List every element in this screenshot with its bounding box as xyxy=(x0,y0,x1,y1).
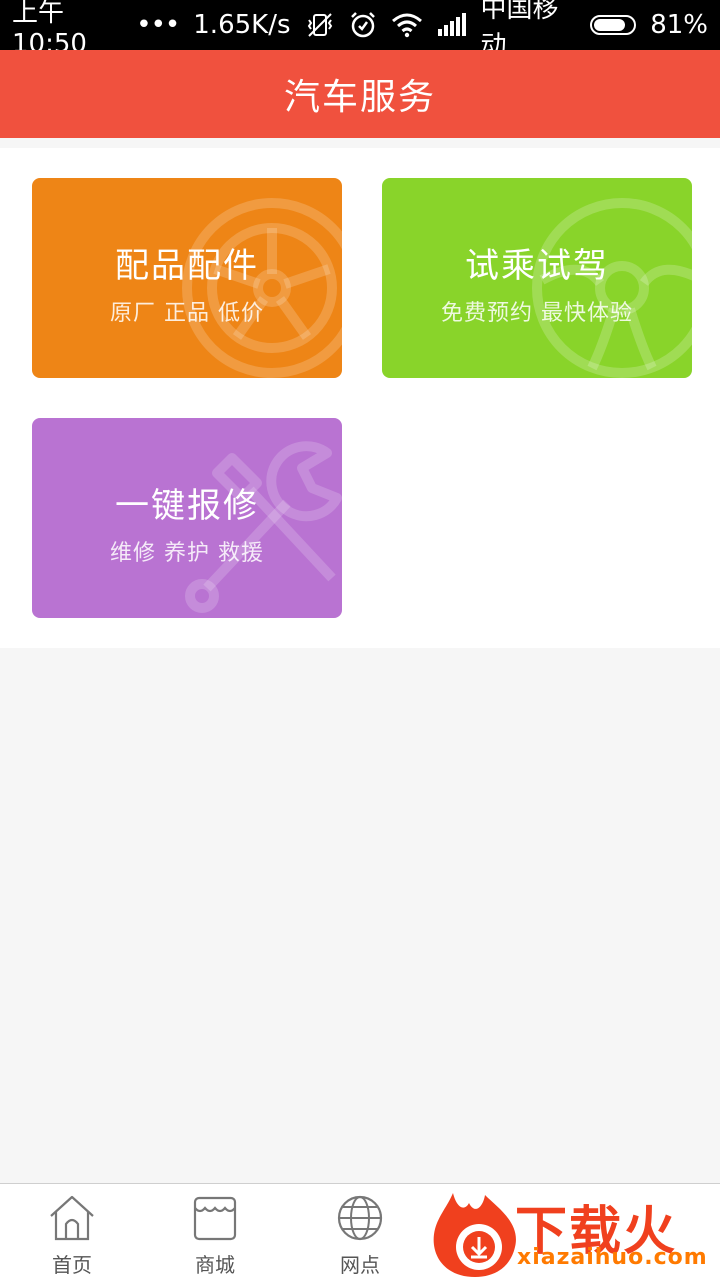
battery-percent: 81% xyxy=(650,10,708,40)
nav-item-home[interactable]: 首页 xyxy=(17,1194,127,1278)
watermark-logo: 下载火 xiazaihuo.com xyxy=(425,1185,720,1280)
nav-label-outlet: 网点 xyxy=(340,1253,380,1277)
nav-label-mall: 商城 xyxy=(195,1253,235,1277)
page-title: 汽车服务 xyxy=(283,77,436,118)
home-icon xyxy=(50,1195,94,1241)
store-icon xyxy=(193,1196,237,1241)
repair-card-subtitle: 维修 养护 救援 xyxy=(110,541,264,566)
globe-icon xyxy=(337,1195,383,1241)
page-header: 汽车服务 xyxy=(0,50,720,138)
network-speed: 1.65K/s xyxy=(193,10,291,40)
battery-fill xyxy=(593,19,625,31)
parts-card[interactable]: 配品配件 原厂 正品 低价 xyxy=(32,178,342,378)
nav-label-home: 首页 xyxy=(52,1253,92,1277)
parts-card-title: 配品配件 xyxy=(115,246,259,286)
alarm-icon xyxy=(349,11,377,39)
battery-icon xyxy=(589,15,637,35)
nav-item-outlet[interactable]: 网点 xyxy=(305,1194,415,1278)
watermark-url: xiazaihuo.com xyxy=(517,1245,708,1270)
status-bar: 上午10:50 ••• 1.65K/s 中国移动 81% xyxy=(0,0,720,61)
wifi-icon xyxy=(391,12,423,38)
repair-card-title: 一键报修 xyxy=(115,486,259,526)
repair-card[interactable]: 一键报修 维修 养护 救援 xyxy=(32,418,342,618)
test-drive-card-title: 试乘试驾 xyxy=(465,246,609,286)
status-dots: ••• xyxy=(136,10,180,40)
signal-icon xyxy=(437,13,467,37)
service-panel: 配品配件 原厂 正品 低价 试乘试驾 免费预约 最快体验 一键报修 维修 养护 … xyxy=(0,148,720,648)
test-drive-card[interactable]: 试乘试驾 免费预约 最快体验 xyxy=(382,178,692,378)
nav-item-mall[interactable]: 商城 xyxy=(160,1194,270,1278)
test-drive-card-subtitle: 免费预约 最快体验 xyxy=(441,301,633,326)
vibrate-off-icon xyxy=(305,10,335,40)
parts-card-subtitle: 原厂 正品 低价 xyxy=(110,301,264,326)
flame-download-icon xyxy=(433,1193,516,1277)
